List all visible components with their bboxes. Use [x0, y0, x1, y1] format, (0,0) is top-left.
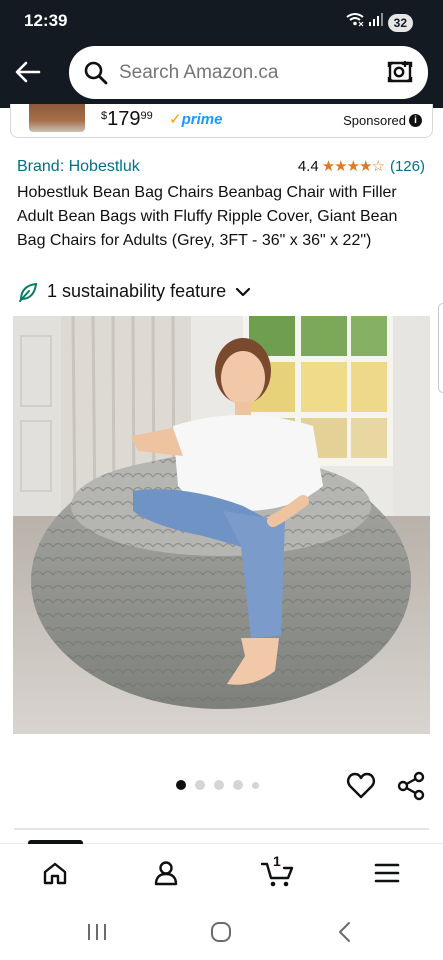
- back-arrow-icon[interactable]: [12, 56, 44, 88]
- sponsored-ad[interactable]: $17999 ✓prime Sponsored i: [10, 104, 433, 138]
- review-count[interactable]: (126): [390, 158, 425, 175]
- heart-icon[interactable]: [346, 771, 376, 801]
- star-rating-icon: ★★★★☆: [321, 158, 385, 175]
- carousel-dots[interactable]: [176, 780, 259, 790]
- system-nav-bar: [0, 902, 443, 960]
- home-icon[interactable]: [35, 856, 75, 890]
- back-chevron-icon[interactable]: [331, 918, 359, 946]
- camera-search-icon[interactable]: [386, 58, 414, 86]
- carousel-dot[interactable]: [214, 780, 224, 790]
- cart-count: 1: [273, 853, 281, 869]
- recent-apps-icon[interactable]: [83, 918, 111, 946]
- carousel-dot[interactable]: [252, 781, 259, 789]
- price-whole: 179: [107, 108, 141, 130]
- rating-summary[interactable]: 4.4 ★★★★☆ (126): [297, 157, 425, 176]
- chevron-down-icon: [235, 284, 251, 300]
- sponsored-label[interactable]: Sponsored i: [343, 113, 422, 128]
- status-icons: 32: [346, 12, 413, 33]
- sustainability-feature[interactable]: 1 sustainability feature: [18, 281, 251, 302]
- prime-check-icon: ✓: [169, 111, 182, 128]
- prime-badge: ✓prime: [169, 110, 222, 128]
- section-divider: [14, 828, 429, 830]
- menu-icon[interactable]: [367, 856, 407, 890]
- brand-link[interactable]: Brand: Hobestluk: [17, 158, 140, 176]
- carousel-dot[interactable]: [195, 780, 205, 790]
- carousel-dot-active[interactable]: [176, 780, 186, 790]
- info-icon[interactable]: i: [409, 114, 422, 127]
- status-time: 12:39: [24, 11, 68, 30]
- bottom-nav: 1: [0, 840, 443, 901]
- search-bar[interactable]: [69, 46, 428, 99]
- app-root: 12:39 32 Search Amazon.ca $17999 ✓prime …: [0, 0, 443, 960]
- top-header-bg: 12:39 32: [0, 0, 443, 108]
- account-icon[interactable]: [146, 856, 186, 890]
- search-input[interactable]: [119, 60, 369, 86]
- rating-value: 4.4: [297, 157, 319, 175]
- sponsored-price: $17999: [101, 108, 153, 131]
- search-icon[interactable]: [83, 60, 109, 86]
- cart-icon[interactable]: 1: [256, 853, 300, 890]
- header: [0, 44, 443, 102]
- sustainability-text: 1 sustainability feature: [47, 281, 227, 301]
- status-bar: 12:39 32: [0, 0, 443, 44]
- prime-label: prime: [181, 111, 223, 128]
- carousel-dot[interactable]: [233, 780, 243, 790]
- product-title: Hobestluk Bean Bag Chairs Beanbag Chair …: [17, 184, 398, 249]
- leaf-icon: [18, 282, 38, 302]
- price-symbol: $: [101, 110, 108, 122]
- product-photo[interactable]: [13, 316, 430, 734]
- share-icon[interactable]: [396, 771, 426, 801]
- price-fraction: 99: [140, 110, 153, 122]
- side-scroll-handle[interactable]: [438, 303, 443, 393]
- sponsored-text: Sponsored: [343, 113, 406, 128]
- active-tab-indicator: [28, 840, 83, 844]
- home-circle-icon[interactable]: [207, 918, 235, 946]
- signal-icon: [368, 13, 384, 32]
- sponsored-thumbnail[interactable]: [29, 104, 85, 132]
- wifi-icon: [346, 12, 364, 33]
- battery-icon: 32: [387, 13, 413, 32]
